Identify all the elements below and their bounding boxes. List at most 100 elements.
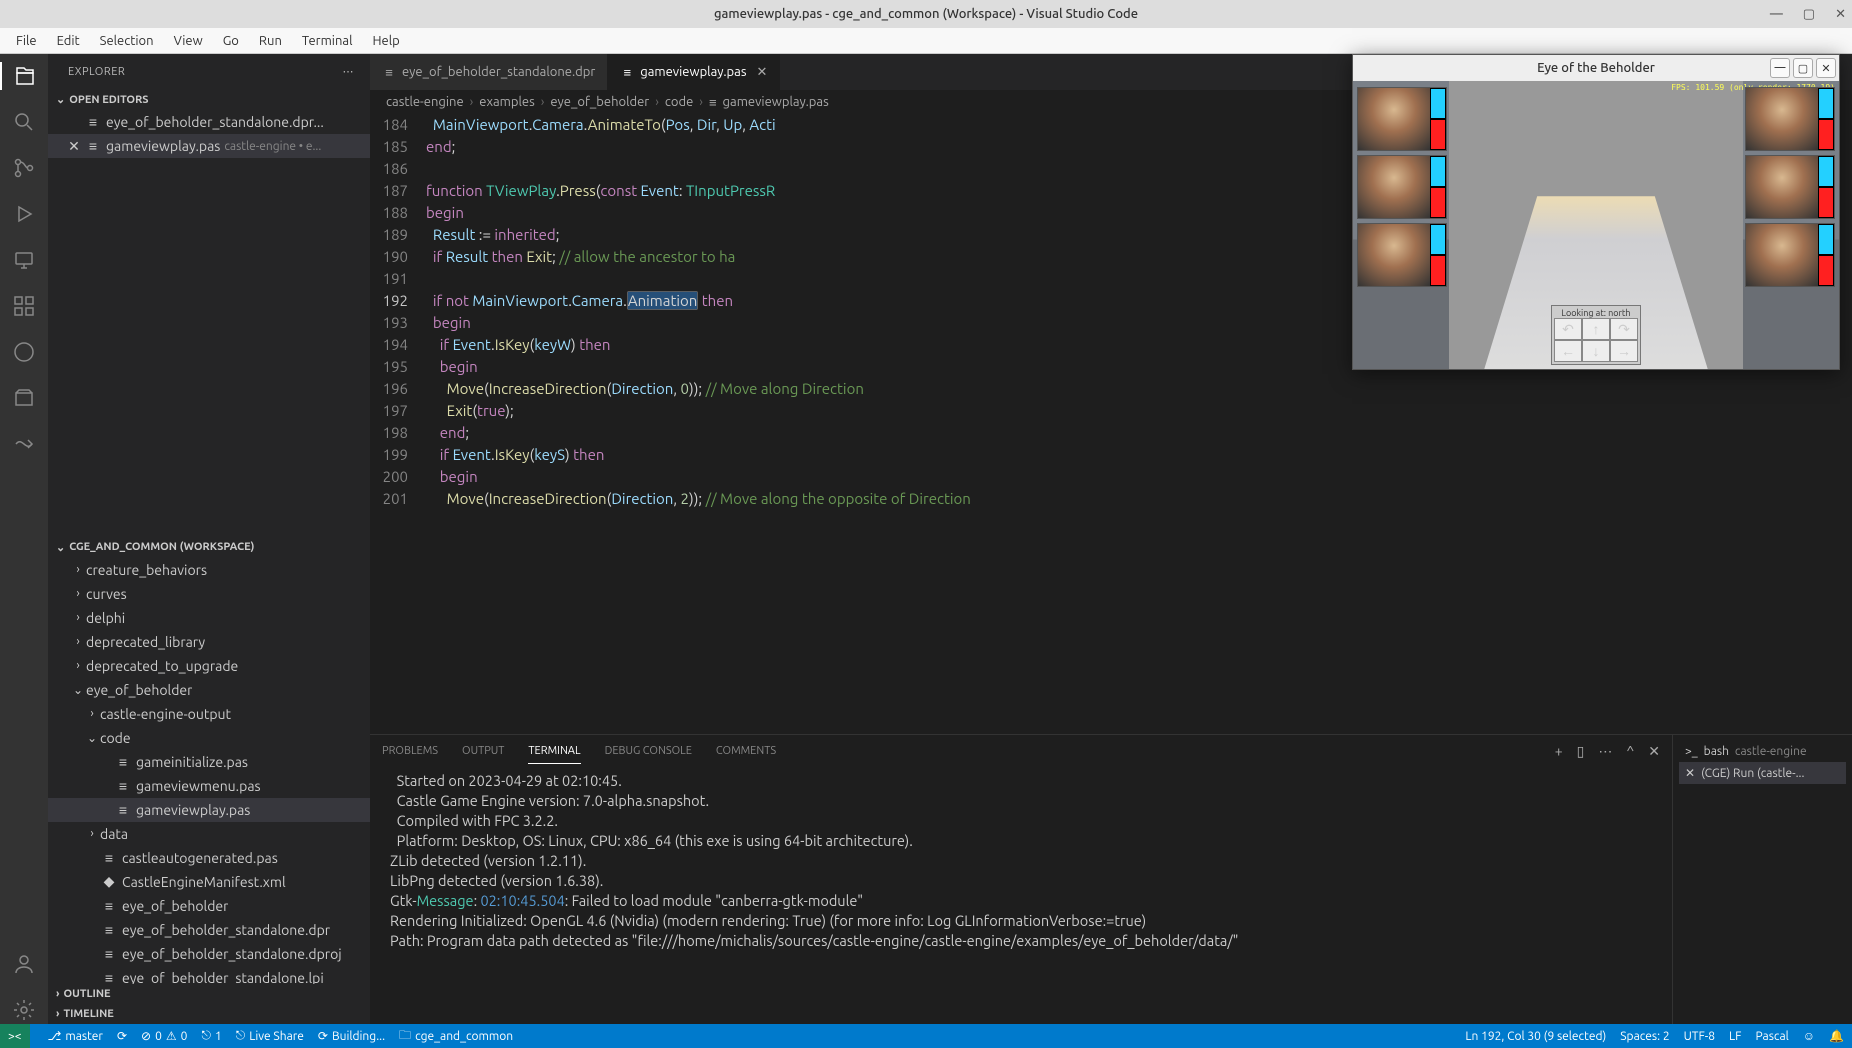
folder-item[interactable]: ›deprecated_to_upgrade [48, 654, 370, 678]
more-icon[interactable]: ⋯ [343, 65, 355, 78]
terminal-icon: >_ [1685, 745, 1698, 758]
file-item[interactable]: ≡eye_of_beholder_standalone.lpi [48, 966, 370, 985]
panel-tab-terminal[interactable]: TERMINAL [528, 739, 580, 764]
open-editor-item[interactable]: ✕ ≡ gameviewplay.pas castle-engine • e..… [48, 134, 370, 158]
problems-indicator[interactable]: ⊘ 0 ⚠ 0 [141, 1029, 187, 1043]
menu-terminal[interactable]: Terminal [294, 32, 361, 50]
notifications-icon[interactable]: 🔔 [1829, 1029, 1844, 1043]
github-icon[interactable] [10, 338, 38, 366]
share-icon[interactable] [10, 430, 38, 458]
more-icon[interactable]: ⋯ [1598, 737, 1612, 766]
panel-tab-problems[interactable]: PROBLEMS [382, 739, 438, 763]
folder-item[interactable]: ›castle-engine-output [48, 702, 370, 726]
new-terminal-icon[interactable]: + [1555, 737, 1563, 766]
turn-left-button[interactable]: ↶ [1554, 318, 1582, 340]
forward-button[interactable]: ↑ [1582, 318, 1610, 340]
character-portrait[interactable] [1357, 87, 1447, 151]
cursor-position[interactable]: Ln 192, Col 30 (9 selected) [1465, 1030, 1606, 1043]
source-control-icon[interactable] [10, 154, 38, 182]
folder-item[interactable]: ›data [48, 822, 370, 846]
menu-edit[interactable]: Edit [49, 32, 88, 50]
outline-section[interactable]: › OUTLINE [48, 984, 370, 1004]
file-item[interactable]: ≡castleautogenerated.pas [48, 846, 370, 870]
indentation[interactable]: Spaces: 2 [1620, 1030, 1669, 1043]
panel-tab-comments[interactable]: COMMENTS [716, 739, 776, 763]
workspace-section[interactable]: ⌄ CGE_AND_COMMON (WORKSPACE) [48, 537, 370, 558]
editor-tab[interactable]: ≡ eye_of_beholder_standalone.dpr [370, 54, 608, 90]
strafe-right-button[interactable]: → [1610, 340, 1638, 362]
game-maximize-icon[interactable]: ▢ [1793, 58, 1813, 78]
pascal-file-icon: ≡ [709, 95, 717, 110]
game-viewport[interactable]: FPS: 101.59 (only render: 1770.19) Looki… [1353, 81, 1839, 369]
search-icon[interactable] [10, 108, 38, 136]
remote-indicator[interactable]: >< [0, 1024, 30, 1048]
encoding[interactable]: UTF-8 [1684, 1030, 1715, 1043]
close-icon[interactable]: ✕ [1835, 7, 1846, 22]
settings-icon[interactable] [10, 996, 38, 1024]
ports-indicator[interactable]: ⎋ 1 [201, 1029, 221, 1043]
file-item[interactable]: ≡eye_of_beholder_standalone.dpr [48, 918, 370, 942]
character-portrait[interactable] [1357, 223, 1447, 287]
chevron-up-icon[interactable]: ^ [1626, 737, 1634, 766]
menu-file[interactable]: File [8, 32, 45, 50]
workspace-folder[interactable]: 🗀 cge_and_common [399, 1026, 513, 1047]
file-item[interactable]: ≡gameviewplay.pas [48, 798, 370, 822]
folder-item[interactable]: ›creature_behaviors [48, 558, 370, 582]
strafe-left-button[interactable]: ← [1554, 340, 1582, 362]
menu-help[interactable]: Help [364, 32, 407, 50]
folder-item[interactable]: ›curves [48, 582, 370, 606]
extensions-icon[interactable] [10, 292, 38, 320]
folder-item[interactable]: ⌄code [48, 726, 370, 750]
file-item[interactable]: ≡gameviewmenu.pas [48, 774, 370, 798]
git-branch[interactable]: ⎇ master [48, 1029, 103, 1043]
terminal-item[interactable]: >_ bash castle-engine [1679, 741, 1846, 762]
chevron-right-icon: › [56, 1008, 59, 1020]
panel-tab-debug[interactable]: DEBUG CONSOLE [605, 739, 692, 763]
file-item[interactable]: ≡eye_of_beholder [48, 894, 370, 918]
feedback-icon[interactable]: ☺ [1803, 1029, 1815, 1043]
turn-right-button[interactable]: ↷ [1610, 318, 1638, 340]
close-panel-icon[interactable]: ✕ [1648, 737, 1660, 766]
accounts-icon[interactable] [10, 950, 38, 978]
minimize-icon[interactable]: — [1770, 7, 1783, 22]
character-portrait[interactable] [1357, 155, 1447, 219]
eol[interactable]: LF [1729, 1030, 1741, 1043]
close-icon[interactable]: ✕ [64, 138, 84, 155]
file-item[interactable]: ◆CastleEngineManifest.xml [48, 870, 370, 894]
folder-item[interactable]: ⌄eye_of_beholder [48, 678, 370, 702]
back-button[interactable]: ↓ [1582, 340, 1610, 362]
menu-view[interactable]: View [166, 32, 211, 50]
timeline-section[interactable]: › TIMELINE [48, 1004, 370, 1024]
character-portrait[interactable] [1745, 87, 1835, 151]
game-minimize-icon[interactable]: — [1770, 58, 1790, 78]
tools-icon: ✕ [1685, 766, 1695, 780]
terminal-item[interactable]: ✕ (CGE) Run (castle-... [1679, 762, 1846, 784]
menu-selection[interactable]: Selection [92, 32, 162, 50]
language-mode[interactable]: Pascal [1755, 1030, 1788, 1043]
file-item[interactable]: ≡eye_of_beholder_standalone.dproj [48, 942, 370, 966]
game-close-icon[interactable]: ✕ [1816, 58, 1836, 78]
editor-tab[interactable]: ≡ gameviewplay.pas ✕ [608, 54, 780, 90]
live-share-button[interactable]: ⎋ Live Share [236, 1029, 304, 1043]
maximize-icon[interactable]: ▢ [1803, 7, 1815, 22]
menu-go[interactable]: Go [215, 32, 247, 50]
building-status[interactable]: ⟳ Building... [318, 1029, 385, 1043]
remote-explorer-icon[interactable] [10, 246, 38, 274]
open-editor-item[interactable]: ≡ eye_of_beholder_standalone.dpr... [48, 110, 370, 134]
run-debug-icon[interactable] [10, 200, 38, 228]
terminal-output[interactable]: Started on 2023-04-29 at 02:10:45. Castl… [370, 767, 1672, 1024]
menu-run[interactable]: Run [251, 32, 290, 50]
file-icon: ◆ [100, 873, 118, 890]
folder-item[interactable]: ›delphi [48, 606, 370, 630]
projects-icon[interactable] [10, 384, 38, 412]
character-portrait[interactable] [1745, 223, 1835, 287]
git-sync[interactable]: ⟳ [117, 1029, 127, 1043]
split-terminal-icon[interactable]: ▯ [1577, 737, 1585, 766]
panel-tab-output[interactable]: OUTPUT [462, 739, 504, 763]
open-editors-section[interactable]: ⌄ OPEN EDITORS [48, 89, 370, 110]
close-icon[interactable]: ✕ [756, 65, 767, 80]
folder-item[interactable]: ›deprecated_library [48, 630, 370, 654]
character-portrait[interactable] [1745, 155, 1835, 219]
explorer-icon[interactable] [0, 62, 48, 90]
file-item[interactable]: ≡gameinitialize.pas [48, 750, 370, 774]
